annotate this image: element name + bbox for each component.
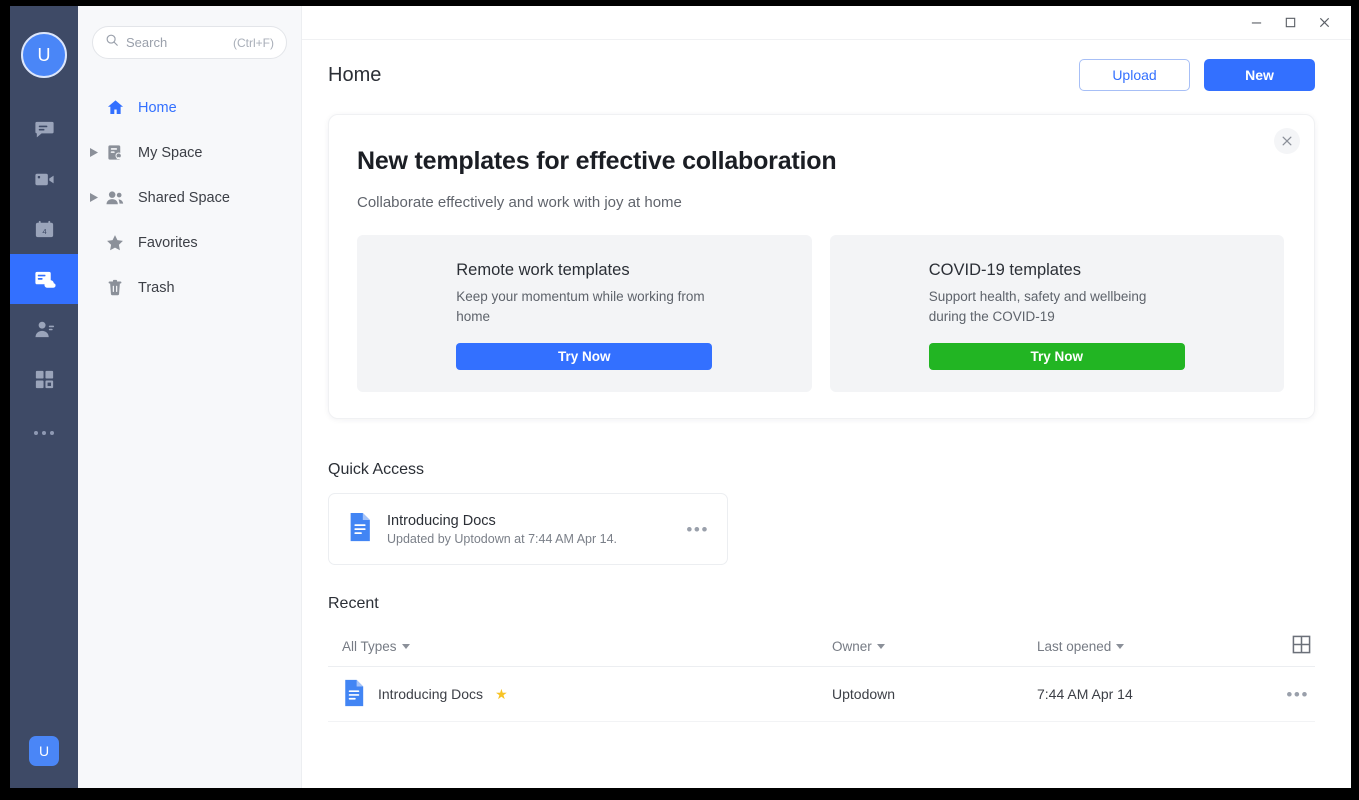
chevron-down-icon — [876, 644, 885, 650]
promo-tiles: Remote work templates Keep your momentum… — [357, 235, 1284, 393]
quick-access-file-name: Introducing Docs — [387, 512, 496, 529]
chevron-down-icon — [1116, 644, 1125, 650]
column-owner-label: Owner — [832, 639, 872, 655]
chevron-down-icon — [401, 644, 410, 650]
favorite-star-icon[interactable]: ★ — [495, 686, 508, 703]
workspace-badge[interactable]: U — [29, 736, 59, 766]
column-last-opened-label: Last opened — [1037, 639, 1112, 655]
rail-item-docs[interactable] — [10, 254, 78, 304]
rail-item-contacts[interactable] — [10, 304, 78, 354]
minimize-icon[interactable] — [1239, 10, 1273, 36]
sidebar-item-label: Trash — [138, 279, 175, 296]
try-now-button-covid19[interactable]: Try Now — [928, 343, 1185, 371]
doc-file-icon — [342, 679, 366, 710]
docs-cloud-icon — [33, 268, 56, 291]
search-shortcut-hint: (Ctrl+F) — [233, 35, 274, 50]
header-actions: Upload New — [1079, 59, 1315, 91]
promo-subtitle: Collaborate effectively and work with jo… — [357, 194, 682, 211]
column-type-filter-label: All Types — [342, 639, 397, 655]
tile-title: Remote work templates — [456, 261, 630, 279]
chat-bubble-icon — [33, 118, 56, 141]
column-type-filter[interactable]: All Types — [342, 639, 832, 654]
sidebar-item-my-space[interactable]: My Space — [78, 130, 301, 175]
quick-access-card[interactable]: Introducing Docs Updated by Uptodown at … — [328, 493, 728, 566]
quick-access-file-meta: Updated by Uptodown at 7:44 AM Apr 14. — [387, 531, 618, 546]
quick-access-text: Introducing Docs Updated by Uptodown at … — [387, 513, 684, 546]
promo-tile-remote-work: Remote work templates Keep your momentum… — [357, 235, 812, 393]
window-titlebar — [302, 6, 1351, 40]
star-icon — [102, 233, 128, 253]
page-header: Home Upload New — [302, 40, 1351, 110]
apps-grid-icon — [33, 368, 56, 391]
rail-item-calendar[interactable]: 4 — [10, 204, 78, 254]
content-scroll-area: New templates for effective collaboratio… — [302, 110, 1351, 788]
svg-text:4: 4 — [42, 226, 47, 235]
row-last-opened: 7:44 AM Apr 14 — [1037, 686, 1133, 703]
rail-item-chat[interactable] — [10, 104, 78, 154]
upload-button[interactable]: Upload — [1079, 59, 1190, 91]
doc-file-icon — [347, 512, 373, 547]
quick-access-title: Quick Access — [328, 461, 425, 479]
column-owner[interactable]: Owner — [832, 639, 1037, 654]
table-row[interactable]: Introducing Docs ★ Uptodown 7:44 AM Apr … — [328, 667, 1315, 723]
rail-item-apps[interactable] — [10, 354, 78, 404]
sidebar-item-shared-space[interactable]: Shared Space — [78, 175, 301, 220]
promo-banner: New templates for effective collaboratio… — [328, 114, 1315, 420]
workspace-badge-initial: U — [38, 743, 50, 759]
maximize-icon[interactable] — [1273, 10, 1307, 36]
close-icon[interactable] — [1307, 10, 1341, 36]
row-owner: Uptodown — [832, 686, 896, 703]
more-options-icon[interactable]: ••• — [1284, 682, 1311, 707]
application-window: U 4 U Search (Ctrl+F) Home My Space Shar… — [10, 6, 1351, 788]
nav-sidebar: Search (Ctrl+F) Home My Space Shared Spa… — [78, 6, 302, 788]
search-icon — [105, 33, 119, 52]
main-area: Home Upload New New templates for effect… — [302, 6, 1351, 788]
try-now-button-remote-work[interactable]: Try Now — [456, 343, 713, 371]
nav-list: Home My Space Shared Space Favorites Tra… — [78, 85, 301, 310]
rail-item-video[interactable] — [10, 154, 78, 204]
grid-view-icon[interactable] — [1292, 635, 1311, 659]
avatar-initial: U — [37, 44, 51, 65]
page-title: Home — [328, 63, 382, 86]
recent-table-header: All Types Owner Last opened — [328, 627, 1315, 668]
contacts-person-icon — [33, 318, 56, 341]
tile-description: Keep your momentum while working from ho… — [456, 289, 705, 324]
close-icon[interactable] — [1274, 128, 1300, 154]
home-icon — [102, 98, 128, 117]
video-camera-icon — [33, 168, 56, 191]
sidebar-item-label: Shared Space — [138, 189, 230, 206]
shared-space-icon — [102, 188, 128, 208]
expand-caret-icon[interactable] — [86, 148, 102, 157]
promo-title: New templates for effective collaboratio… — [357, 147, 837, 175]
sidebar-item-label: Home — [138, 99, 177, 116]
row-name-cell: Introducing Docs ★ — [342, 679, 832, 710]
sidebar-item-label: My Space — [138, 144, 203, 161]
rail-more-button[interactable] — [10, 408, 78, 458]
trash-icon — [102, 279, 128, 297]
search-placeholder: Search — [126, 35, 168, 50]
tile-title: COVID-19 templates — [928, 261, 1081, 279]
expand-caret-icon[interactable] — [86, 193, 102, 202]
dot — [50, 431, 54, 435]
sidebar-item-home[interactable]: Home — [78, 85, 301, 130]
dot — [34, 431, 38, 435]
more-options-icon[interactable]: ••• — [684, 517, 711, 542]
new-button[interactable]: New — [1204, 59, 1315, 91]
dot — [42, 431, 46, 435]
calendar-icon: 4 — [33, 218, 56, 241]
sidebar-item-label: Favorites — [138, 234, 198, 251]
search-input[interactable]: Search (Ctrl+F) — [92, 26, 287, 59]
tile-description: Support health, safety and wellbeing dur… — [928, 289, 1147, 324]
promo-tile-covid19: COVID-19 templates Support health, safet… — [829, 235, 1284, 393]
rail-bottom: U — [10, 736, 78, 766]
avatar[interactable]: U — [21, 32, 67, 78]
sidebar-item-favorites[interactable]: Favorites — [78, 220, 301, 265]
column-last-opened[interactable]: Last opened — [1037, 639, 1292, 654]
icon-rail: U 4 U — [10, 6, 78, 788]
sidebar-item-trash[interactable]: Trash — [78, 265, 301, 310]
recent-title: Recent — [328, 595, 379, 613]
my-space-icon — [102, 143, 128, 162]
row-file-name: Introducing Docs — [378, 686, 484, 703]
